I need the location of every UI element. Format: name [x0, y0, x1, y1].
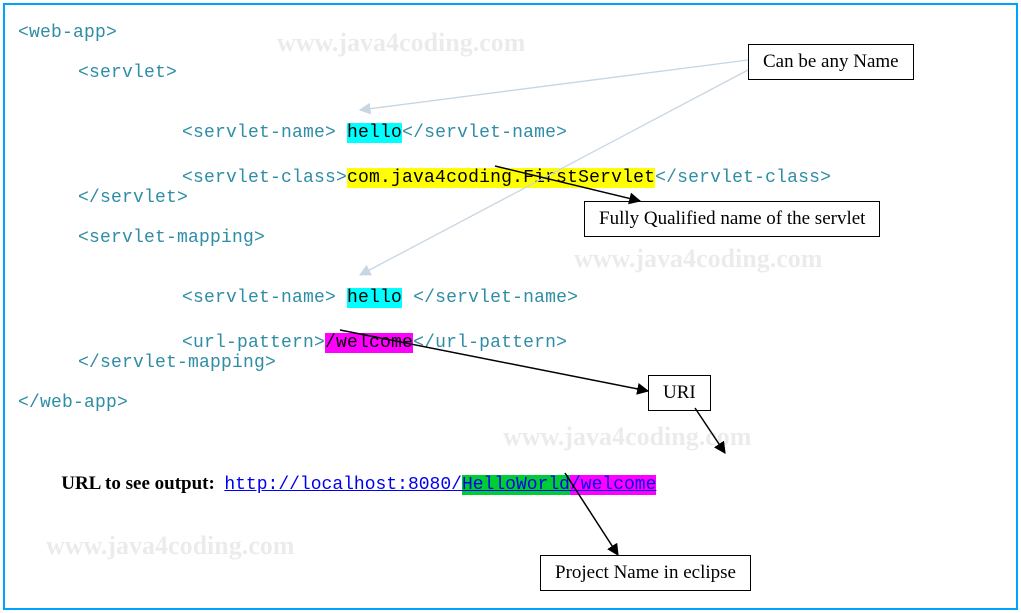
- tag-close: </servlet-name>: [402, 288, 578, 308]
- callout-uri: URI: [648, 375, 711, 411]
- code-line: </web-app>: [18, 393, 128, 413]
- highlight-url-pattern-in-url: /welcome: [570, 475, 656, 495]
- tag-open: <url-pattern>: [182, 333, 325, 353]
- watermark: www.java4coding.com: [46, 531, 294, 561]
- tag-open: <servlet-name>: [182, 288, 347, 308]
- tag-close: </servlet-class>: [655, 168, 831, 188]
- url-line: URL to see output: http://localhost:8080…: [18, 453, 656, 515]
- code-line: </servlet-mapping>: [78, 353, 276, 373]
- highlight-servlet-name-1: hello: [347, 123, 402, 143]
- diagram-canvas: www.java4coding.com www.java4coding.com …: [0, 0, 1021, 613]
- tag-close: </url-pattern>: [413, 333, 567, 353]
- code-line: </servlet>: [78, 188, 188, 208]
- callout-fqn: Fully Qualified name of the servlet: [584, 201, 880, 237]
- highlight-servlet-name-2: hello: [347, 288, 402, 308]
- tag-close: </servlet-name>: [402, 123, 567, 143]
- highlight-servlet-class: com.java4coding.FirstServlet: [347, 168, 655, 188]
- tag-open: <servlet-class>: [182, 168, 347, 188]
- highlight-project-name: HelloWorld: [462, 475, 570, 495]
- url-base: http://localhost:8080/: [224, 475, 462, 495]
- tag-open: <servlet-name>: [182, 123, 347, 143]
- code-line: <servlet-mapping>: [78, 228, 265, 248]
- callout-any-name: Can be any Name: [748, 44, 914, 80]
- watermark: www.java4coding.com: [277, 28, 525, 58]
- highlight-url-pattern: /welcome: [325, 333, 413, 353]
- watermark: www.java4coding.com: [503, 422, 751, 452]
- watermark: www.java4coding.com: [574, 244, 822, 274]
- code-line: <web-app>: [18, 23, 117, 43]
- url-label: URL to see output:: [61, 473, 224, 494]
- code-line: <servlet>: [78, 63, 177, 83]
- code-line: <servlet-class>com.java4coding.FirstServ…: [138, 148, 831, 208]
- callout-project-name: Project Name in eclipse: [540, 555, 751, 591]
